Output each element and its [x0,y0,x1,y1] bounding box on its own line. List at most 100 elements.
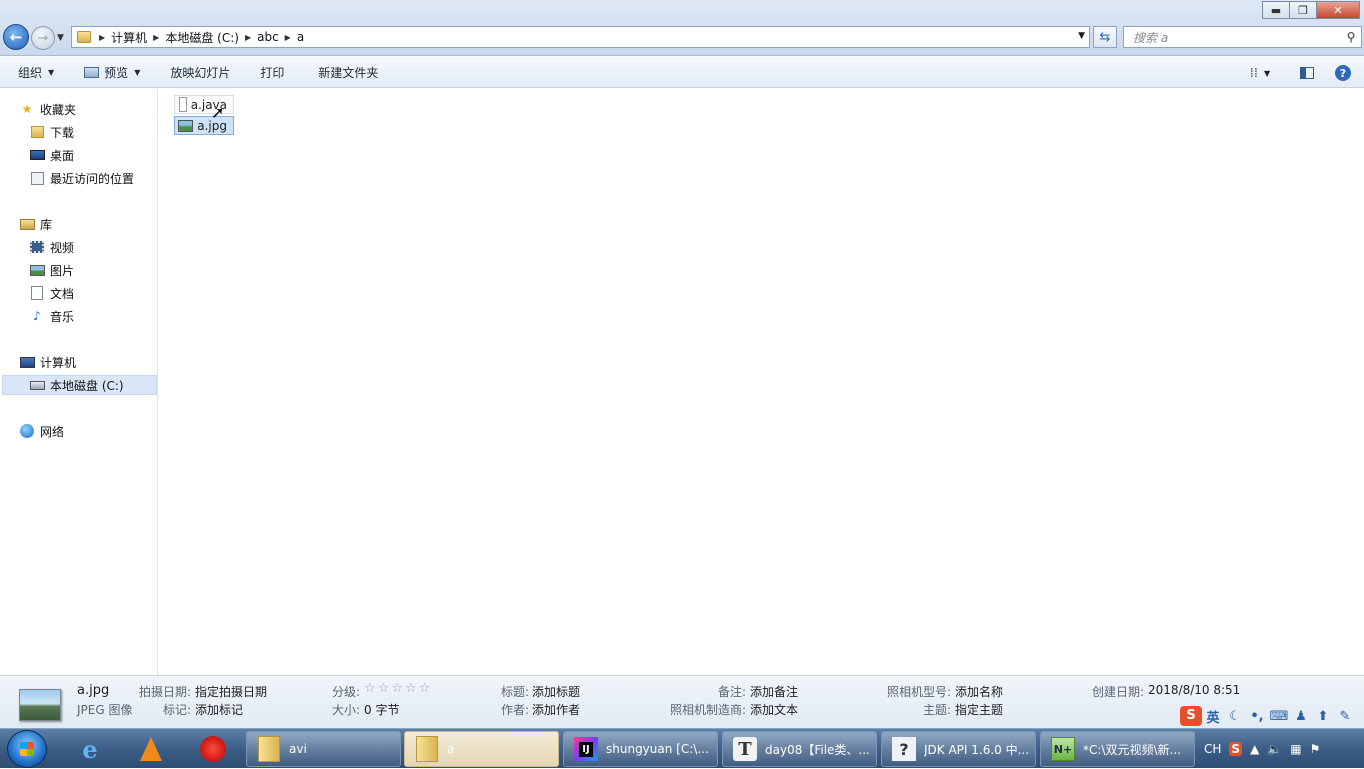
computer-icon [19,355,35,369]
address-bar[interactable]: ▶ 计算机 ▶ 本地磁盘 (C:) ▶ abc ▶ a ▼ [71,26,1090,48]
help-button[interactable]: ? [1332,61,1354,85]
navigation-pane: ★ 收藏夹 下载 桌面 最近访问的位置 库 视频 图片 文档 ♪ 音乐 计算机 … [0,89,158,675]
chevron-down-icon: ▼ [1264,68,1271,78]
sidebar-item-pictures[interactable]: 图片 [29,260,74,280]
date-taken-value[interactable]: 指定拍摄日期 [195,683,267,700]
window-controls: ▬ ❐ ✕ [1262,1,1360,19]
sidebar-item-downloads[interactable]: 下载 [29,122,74,142]
slideshow-button[interactable]: 放映幻灯片 [162,60,238,84]
show-hidden-icons-icon[interactable]: ▲ [1250,742,1259,756]
breadcrumb-abc[interactable]: abc [253,30,283,44]
camera-model-value[interactable]: 添加名称 [955,683,1003,700]
rating-stars[interactable]: ☆☆☆☆☆ [364,681,432,696]
title-value[interactable]: 添加标题 [532,683,580,700]
chevron-down-icon[interactable]: ▼ [1078,31,1085,41]
sidebar-item-documents[interactable]: 文档 [29,283,74,303]
file-item[interactable]: a.java [174,95,234,114]
camera-maker-value[interactable]: 添加文本 [750,701,798,718]
refresh-button[interactable]: ⇆ [1093,26,1117,48]
chevron-right-icon[interactable]: ▶ [283,33,293,42]
organize-button[interactable]: 组织 ▼ [10,60,62,84]
star-outline-icon[interactable]: ☆ [364,681,378,696]
preview-pane-button[interactable] [1296,61,1318,85]
maximize-button[interactable]: ❐ [1289,1,1317,19]
taskbar-task-jdk-api[interactable]: ? JDK API 1.6.0 中... [881,731,1036,767]
keyboard-icon[interactable]: ⌨ [1268,709,1290,724]
file-item[interactable]: a.jpg [174,116,234,135]
change-view-button[interactable]: ⁞⁞ ▼ [1240,61,1280,85]
punctuation-icon[interactable]: •, [1246,709,1268,724]
breadcrumb-local-disk[interactable]: 本地磁盘 (C:) [161,29,243,46]
language-indicator[interactable]: CH [1204,742,1221,756]
volume-icon[interactable]: 🔈 [1267,742,1282,756]
taskbar-pin-ie[interactable]: e [68,732,112,766]
file-list: a.java a.jpg ➚ [159,89,1364,675]
breadcrumb-a[interactable]: a [293,30,308,44]
chevron-right-icon[interactable]: ▶ [97,33,107,42]
sidebar-item-libraries[interactable]: 库 [19,214,52,234]
sidebar-item-label: 收藏夹 [40,102,77,117]
comments-value[interactable]: 添加备注 [750,683,798,700]
chevron-right-icon[interactable]: ▶ [243,33,253,42]
star-outline-icon[interactable]: ☆ [378,681,392,696]
search-input[interactable]: 搜索 a ⚲ [1123,26,1362,48]
ime-toolbar: S 英 ☾ •, ⌨ ♟ ⬆ ✎ [1180,704,1364,728]
sidebar-item-music[interactable]: ♪ 音乐 [29,306,74,326]
network-tray-icon[interactable]: ▦ [1290,742,1301,756]
document-file-icon [179,97,187,112]
taskbar-pin-vlc[interactable] [129,732,173,766]
search-icon[interactable]: ⚲ [1341,30,1361,44]
close-button[interactable]: ✕ [1316,1,1360,19]
authors-value[interactable]: 添加作者 [532,701,580,718]
new-folder-button[interactable]: 新建文件夹 [310,60,386,84]
star-outline-icon[interactable]: ☆ [419,681,433,696]
sidebar-item-recent-places[interactable]: 最近访问的位置 [29,168,134,188]
sogou-logo-icon[interactable]: S [1180,706,1202,726]
task-label: *C:\双元视频\新... [1083,742,1181,757]
star-outline-icon[interactable]: ☆ [391,681,405,696]
sidebar-item-desktop[interactable]: 桌面 [29,145,74,165]
sidebar-item-network[interactable]: 网络 [19,421,64,441]
subject-value[interactable]: 指定主题 [955,701,1003,718]
taskbar-pin-opera[interactable] [191,732,235,766]
details-file-type: JPEG 图像 [77,703,133,717]
tags-value[interactable]: 添加标记 [195,701,243,718]
mouse-cursor-icon: ➚ [211,103,225,122]
preview-button[interactable]: 预览 ▼ [76,60,148,84]
ime-language-toggle[interactable]: 英 [1202,707,1224,726]
help-icon: ? [1335,65,1351,81]
taskbar-task-notepad[interactable]: N+ *C:\双元视频\新... [1040,731,1195,767]
start-button[interactable] [7,730,47,768]
back-button[interactable]: ← [3,24,29,50]
wrench-icon[interactable]: ✎ [1334,709,1356,724]
sidebar-item-favorites[interactable]: ★ 收藏夹 [19,99,76,119]
chevron-right-icon[interactable]: ▶ [151,33,161,42]
sidebar-item-label: 视频 [50,240,75,255]
back-arrow-icon: ← [9,28,23,46]
recent-pages-dropdown-icon[interactable]: ▼ [57,33,64,43]
upload-icon[interactable]: ⬆ [1312,709,1334,724]
details-file-name: a.jpg [77,683,110,698]
moon-icon[interactable]: ☾ [1224,709,1246,724]
details-pane: a.jpg JPEG 图像 拍摄日期: 指定拍摄日期 标记: 添加标记 分级: … [0,675,1364,728]
organize-label: 组织 [18,65,43,80]
print-button[interactable]: 打印 [252,60,292,84]
skin-icon[interactable]: ♟ [1290,709,1312,724]
taskbar-task-avi[interactable]: avi [246,731,401,767]
taskbar-task-intellij[interactable]: IJ shungyuan [C:\... [563,731,718,767]
sidebar-item-videos[interactable]: 视频 [29,237,74,257]
sogou-tray-icon[interactable]: S [1229,742,1243,756]
music-icon: ♪ [33,309,41,323]
minimize-button[interactable]: ▬ [1262,1,1290,19]
sidebar-item-computer[interactable]: 计算机 [19,352,76,372]
taskbar-task-a[interactable]: a [404,731,559,767]
breadcrumb-computer[interactable]: 计算机 [107,29,151,46]
star-outline-icon[interactable]: ☆ [405,681,419,696]
action-center-icon[interactable]: ⚑ [1310,742,1321,756]
date-taken-label: 拍摄日期: [139,685,192,699]
search-placeholder: 搜索 a [1133,30,1169,45]
taskbar-task-typora[interactable]: T day08【File类、... [722,731,877,767]
task-label: JDK API 1.6.0 中... [924,742,1030,757]
forward-button[interactable]: → [31,26,55,50]
sidebar-item-local-disk[interactable]: 本地磁盘 (C:) [2,375,157,395]
